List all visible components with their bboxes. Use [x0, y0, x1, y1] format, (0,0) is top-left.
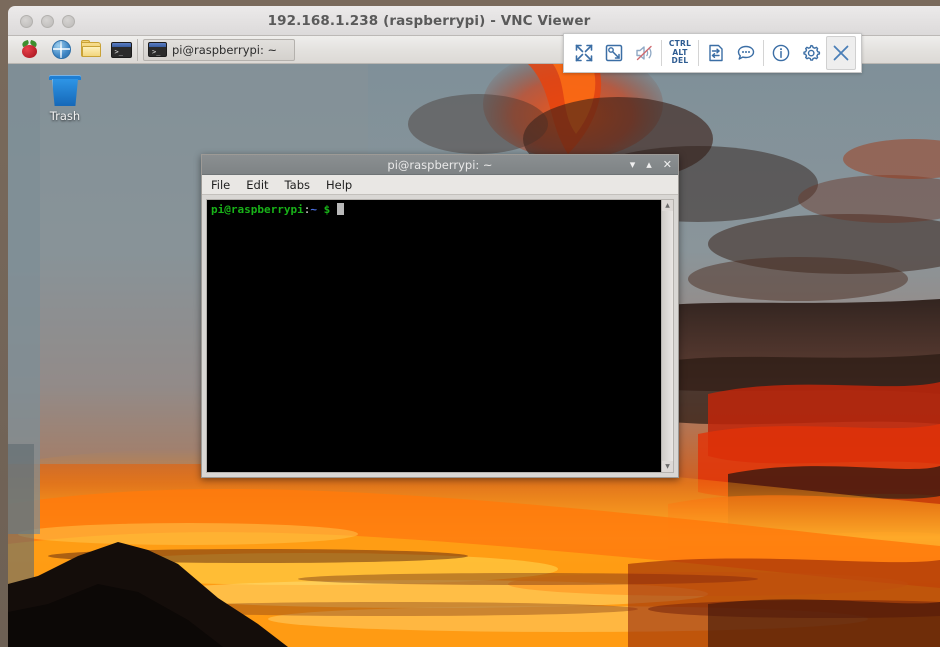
folder-icon	[81, 39, 101, 58]
terminal-minimize-button[interactable]: ▾	[630, 155, 636, 175]
fullscreen-button[interactable]	[569, 36, 599, 70]
terminal-maximize-button[interactable]: ▴	[646, 155, 652, 175]
terminal-titlebar[interactable]: pi@raspberrypi: ~ ▾ ▴ ✕	[202, 155, 678, 175]
terminal-window-title: pi@raspberrypi: ~	[387, 158, 493, 172]
terminal-window-buttons: ▾ ▴ ✕	[630, 155, 672, 175]
scrollbar-thumb[interactable]	[662, 211, 673, 461]
toolbar-separator	[661, 40, 662, 66]
menu-edit[interactable]: Edit	[246, 178, 268, 192]
scrollbar-down-arrow[interactable]: ▼	[662, 461, 673, 472]
scrollbar-up-arrow[interactable]: ▲	[662, 200, 673, 211]
speaker-muted-icon	[636, 45, 652, 61]
info-circle-icon	[772, 44, 790, 62]
chat-bubble-icon	[737, 45, 755, 60]
vnc-toolbar: CTRL ALT DEL	[563, 33, 862, 73]
taskbar-window-label: pi@raspberrypi: ~	[172, 42, 278, 57]
close-x-icon	[833, 45, 849, 61]
mute-audio-button[interactable]	[629, 36, 659, 70]
prompt-path: ~	[310, 203, 317, 216]
terminal-window[interactable]: pi@raspberrypi: ~ ▾ ▴ ✕ File Edit Tabs H…	[201, 154, 679, 478]
terminal-screen[interactable]: pi@raspberrypi:~ $	[207, 200, 661, 472]
terminal-cursor	[336, 203, 344, 215]
menu-file[interactable]: File	[211, 178, 230, 192]
terminal-menubar: File Edit Tabs Help	[202, 175, 678, 195]
menu-tabs[interactable]: Tabs	[285, 178, 310, 192]
connection-info-button[interactable]	[766, 36, 796, 70]
vnc-viewer-window: 192.168.1.238 (raspberrypi) - VNC Viewer…	[0, 0, 940, 647]
terminal-icon: >_	[148, 42, 167, 57]
menu-button[interactable]	[16, 37, 42, 63]
file-manager-launcher[interactable]	[78, 37, 104, 63]
vnc-titlebar: 192.168.1.238 (raspberrypi) - VNC Viewer	[8, 6, 940, 36]
vnc-window-title: 192.168.1.238 (raspberrypi) - VNC Viewer	[267, 13, 591, 29]
del-label: DEL	[671, 56, 689, 66]
file-transfer-button[interactable]	[701, 36, 731, 70]
ctrl-alt-del-button[interactable]: CTRL ALT DEL	[664, 40, 696, 66]
remote-desktop[interactable]: Trash pi@raspberrypi: ~ ▾ ▴ ✕ File Edit …	[8, 64, 940, 647]
terminal-icon: >_	[110, 41, 132, 58]
window-scale-icon	[605, 44, 623, 62]
gear-icon	[803, 44, 821, 61]
terminal-body[interactable]: pi@raspberrypi:~ $ ▲ ▼	[206, 199, 674, 473]
chat-button[interactable]	[731, 36, 761, 70]
prompt-user-host: pi@raspberrypi	[211, 203, 304, 216]
raspberry-pi-logo-icon	[20, 39, 39, 59]
toolbar-separator	[763, 40, 764, 66]
terminal-prompt-line: pi@raspberrypi:~ $	[211, 203, 661, 216]
terminal-close-button[interactable]: ✕	[663, 155, 672, 175]
close-connection-button[interactable]	[826, 36, 856, 70]
file-transfer-icon	[709, 44, 723, 62]
taskbar-separator	[137, 38, 138, 61]
terminal-launcher[interactable]: >_	[108, 37, 134, 63]
globe-icon	[51, 40, 71, 59]
expand-arrows-icon	[575, 44, 593, 62]
desktop-icon-label: Trash	[49, 109, 81, 123]
taskbar-window-button-terminal[interactable]: >_ pi@raspberrypi: ~	[143, 38, 295, 61]
web-browser-launcher[interactable]	[48, 37, 74, 63]
options-button[interactable]	[796, 36, 826, 70]
toolbar-separator	[698, 40, 699, 66]
menu-help[interactable]: Help	[326, 178, 352, 192]
desktop-icon-trash[interactable]: Trash	[34, 75, 96, 123]
trash-can-icon	[48, 75, 82, 106]
terminal-scrollbar[interactable]: ▲ ▼	[661, 200, 673, 472]
scale-window-button[interactable]	[599, 36, 629, 70]
